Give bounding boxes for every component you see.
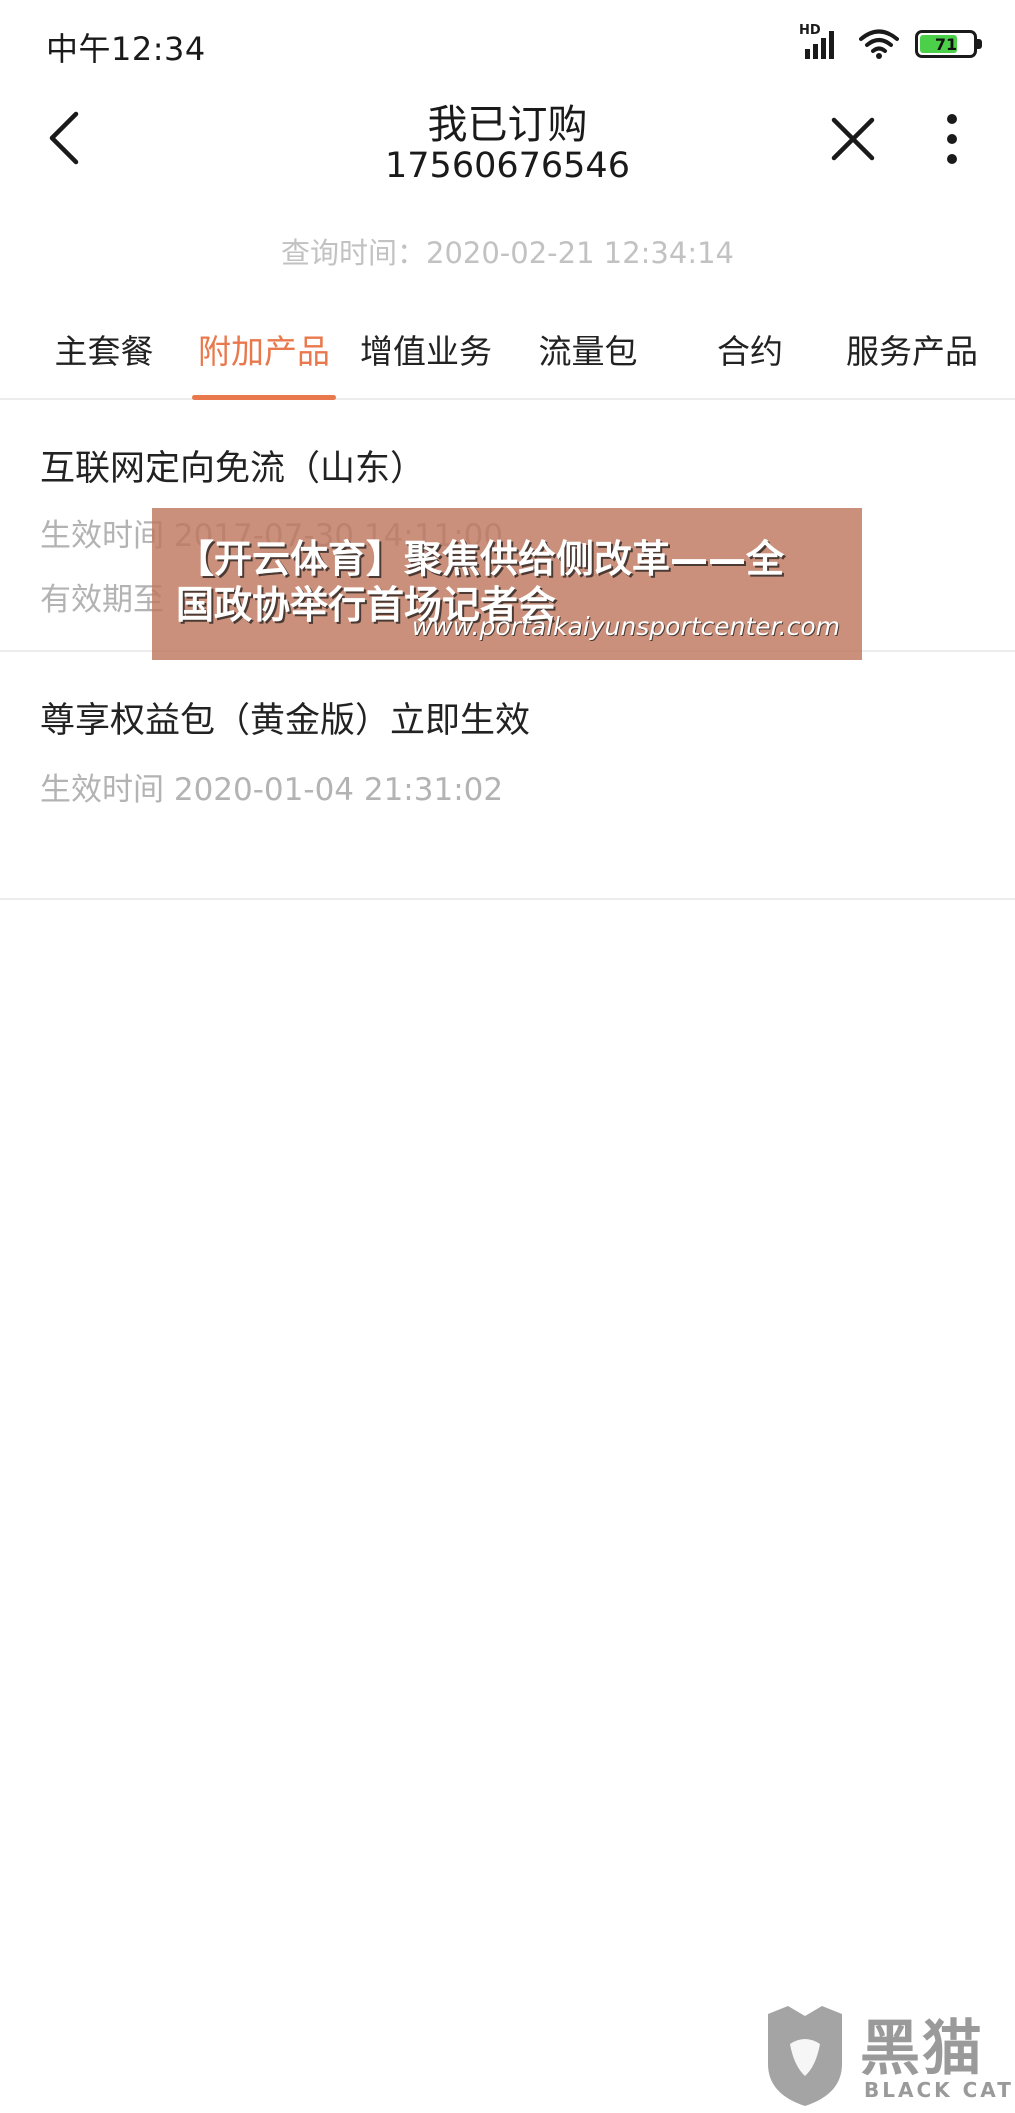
close-icon [831, 117, 875, 161]
tab-label: 流量包 [538, 332, 638, 371]
black-cat-logo-icon [768, 2006, 842, 2106]
tab-value-added[interactable]: 增值业务 [354, 300, 498, 398]
tab-label: 主套餐 [54, 332, 154, 371]
battery-level: 71 [934, 34, 958, 54]
tab-label: 附加产品 [198, 332, 330, 371]
overlay-banner: 【开云体育】聚焦供给侧改革——全 国政协举行首场记者会 www.portalka… [152, 508, 862, 660]
status-time: 中午12:34 [46, 30, 206, 68]
product-valid-until: 有效期至 [40, 582, 164, 618]
battery-icon: 71 [915, 30, 982, 58]
list-item[interactable]: 尊享权益包（黄金版）立即生效 生效时间 2020-01-04 21:31:02 [0, 652, 1015, 900]
query-time: 查询时间：2020-02-21 12:34:14 [281, 236, 734, 270]
more-button[interactable] [930, 108, 974, 170]
product-effective-time: 生效时间 2020-01-04 21:31:02 [40, 772, 504, 808]
page-title: 我已订购 [427, 102, 588, 148]
product-title: 互联网定向免流（山东） [40, 449, 426, 489]
tab-addon-products[interactable]: 附加产品 [192, 300, 336, 400]
watermark-cn: 黑猫 [860, 2014, 984, 2084]
tab-main-plan[interactable]: 主套餐 [36, 300, 172, 398]
phone-number: 17560676546 [385, 146, 630, 186]
tab-contract[interactable]: 合约 [678, 300, 822, 398]
tab-label: 服务产品 [846, 332, 978, 371]
product-title: 尊享权益包（黄金版）立即生效 [40, 701, 531, 741]
header: 我已订购 17560676546 [0, 86, 1015, 214]
black-cat-watermark: 黑猫 BLACK CAT [760, 2000, 1011, 2110]
watermark-en: BLACK CAT [864, 2078, 1014, 2102]
tab-label: 增值业务 [360, 332, 492, 371]
close-button[interactable] [822, 108, 884, 170]
back-button[interactable] [36, 106, 92, 170]
more-vertical-icon [947, 114, 957, 164]
status-bar: 中午12:34 HD 71 [0, 0, 1015, 86]
hd-signal-icon: HD [799, 23, 843, 61]
tab-bar: 主套餐 附加产品 增值业务 流量包 合约 服务产品 [0, 300, 1015, 400]
tab-data-pack[interactable]: 流量包 [516, 300, 660, 398]
banner-url: www.portalkaiyunsportcenter.com [411, 612, 840, 641]
tab-label: 合约 [717, 332, 783, 371]
status-icons: HD 71 [799, 23, 982, 64]
chevron-left-icon [49, 111, 79, 165]
wifi-icon [859, 28, 899, 60]
tab-service-products[interactable]: 服务产品 [836, 300, 988, 398]
